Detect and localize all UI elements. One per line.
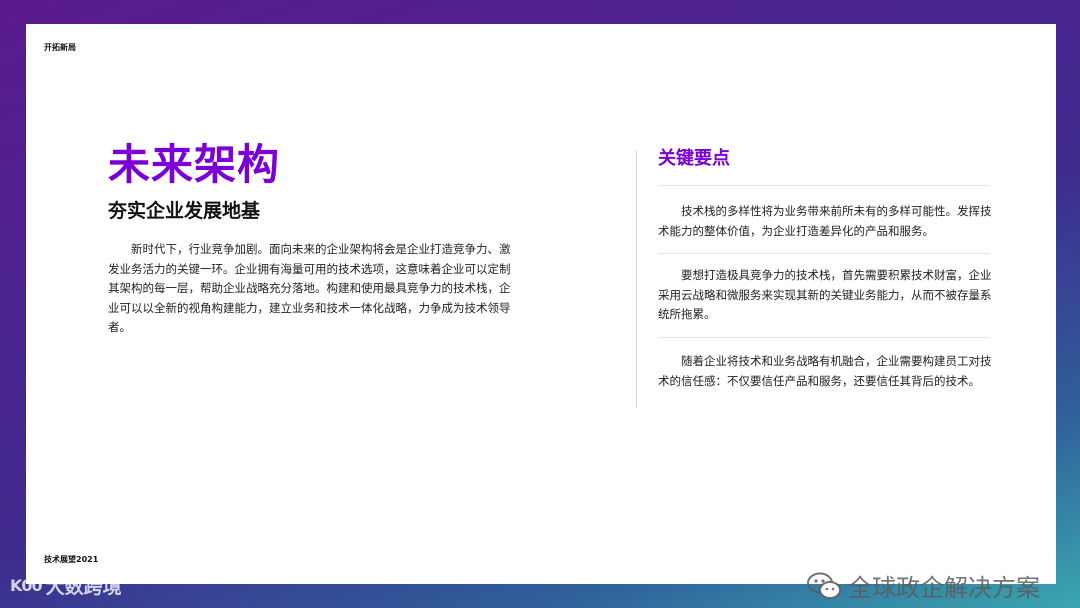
key-points-divider [658,253,990,254]
slide-frame: 开拓新局 未来架构 夯实企业发展地基 新时代下，行业竞争加剧。面向未来的企业架构… [0,0,1080,608]
page-subtitle: 夯实企业发展地基 [108,200,261,222]
key-points-divider [658,337,990,338]
site-watermark: K00 大数跨境 [10,572,122,599]
wechat-icon [807,572,841,599]
key-point-item: 技术栈的多样性将为业务带来前所未有的多样可能性。发挥技术能力的整体价值，为企业打… [658,204,992,238]
key-point-item: 随着企业将技术和业务战略有机融合，企业需要构建员工对技术的信任感：不仅要信任产品… [658,354,992,388]
site-watermark-text: 大数跨境 [45,576,122,598]
key-point-item: 要想打造极具竞争力的技术栈，首先需要积累技术财富，企业采用云战略和微服务来实现其… [658,268,992,321]
publication-label: 技术展望2021 [44,555,99,564]
page-title: 未来架构 [108,140,281,189]
wechat-watermark-text: 全球政企解决方案 [848,574,1040,602]
key-points-divider [658,185,990,186]
wechat-watermark: 全球政企解决方案 [806,568,1040,603]
section-label: 开拓新局 [44,43,76,52]
column-divider [636,150,637,408]
intro-paragraph: 新时代下，行业竞争加剧。面向未来的企业架构将会是企业打造竞争力、激发业务活力的关… [108,242,511,334]
site-logo: K00 [10,576,43,595]
slide-page: 开拓新局 未来架构 夯实企业发展地基 新时代下，行业竞争加剧。面向未来的企业架构… [26,24,1056,602]
key-points-title: 关键要点 [658,148,730,169]
